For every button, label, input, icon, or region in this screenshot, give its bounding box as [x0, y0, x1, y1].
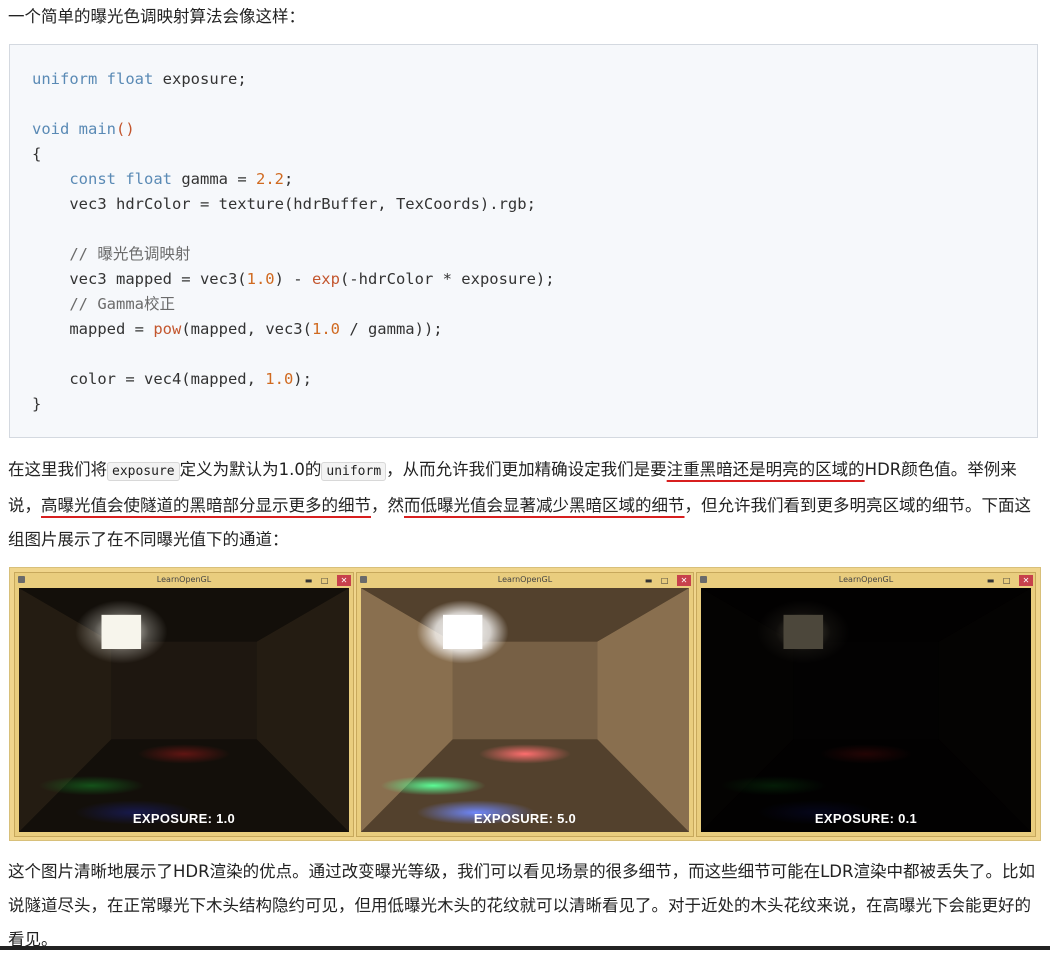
text-run: ，然: [371, 496, 404, 515]
code-line: (mapped, vec3(: [181, 320, 312, 338]
red-light-glow: [479, 744, 571, 764]
exposure-label: EXPOSURE: 0.1: [814, 811, 918, 826]
tunnel-scene: [361, 588, 689, 832]
window-title: LearnOpenGL: [497, 575, 553, 584]
code-keyword: void: [32, 120, 70, 138]
code-line: ;: [284, 170, 294, 188]
tunnel-render: [19, 588, 349, 832]
minimize-icon: ▬: [304, 576, 316, 585]
code-comment: // Gamma校正: [69, 295, 175, 313]
code-keyword: const: [69, 170, 116, 188]
tunnel-render: [701, 588, 1031, 832]
code-line: gamma =: [172, 170, 257, 188]
code-line: {: [32, 145, 42, 163]
code-paren: (): [116, 120, 135, 138]
explanation-paragraph: 在这里我们将 exposure 定义为默认为1.0的 uniform ，从而允许我们更加…: [8, 453, 1042, 557]
ceiling-light: [783, 614, 824, 649]
highlight-low-exposure: 而低曝光值会显著减少黑暗区域的细节: [404, 496, 685, 515]
bottom-divider: [0, 946, 1050, 950]
app-icon: [360, 576, 367, 583]
code-line: vec3 hdrColor = texture(hdrBuffer, TexCo…: [69, 195, 536, 213]
tunnel-scene: [19, 588, 349, 832]
maximize-icon: □: [320, 576, 332, 585]
code-line: ) -: [274, 270, 312, 288]
ceiling-light: [443, 614, 483, 649]
screenshot-window-exposure-1: LearnOpenGL ▬ □ ✕ EXPOSURE: 1.0: [14, 572, 354, 837]
tunnel-scene: [701, 588, 1031, 832]
exposure-screenshots: LearnOpenGL ▬ □ ✕ EXPOSURE: 1.0 LearnOpe…: [9, 567, 1041, 841]
code-function: exp: [311, 270, 340, 288]
code-function: pow: [153, 320, 182, 338]
inline-code-exposure: exposure: [107, 462, 180, 481]
code-line: / gamma));: [339, 320, 443, 338]
code-keyword: float: [106, 70, 154, 88]
ceiling-light: [101, 614, 142, 649]
code-comment: // 曝光色调映射: [69, 245, 191, 263]
window-controls: ▬ □ ✕: [987, 574, 1033, 588]
red-light-glow: [137, 744, 231, 764]
exposure-label: EXPOSURE: 1.0: [132, 811, 236, 826]
intro-paragraph: 一个简单的曝光色调映射算法会像这样：: [8, 7, 305, 26]
window-controls: ▬ □ ✕: [305, 574, 351, 588]
window-title: LearnOpenGL: [838, 575, 894, 584]
green-light-glow: [720, 775, 827, 796]
highlight-high-exposure: 高曝光值会使隧道的黑暗部分显示更多的细节: [41, 496, 371, 515]
screenshot-window-exposure-5: LearnOpenGL ▬ □ ✕ EXPOSURE: 5.0: [356, 572, 694, 837]
window-titlebar: LearnOpenGL ▬ □ ✕: [15, 573, 353, 587]
inline-code-uniform: uniform: [321, 462, 387, 481]
code-line: exposure;: [153, 70, 247, 88]
code-line: );: [293, 370, 312, 388]
minimize-icon: ▬: [644, 576, 656, 585]
code-line: }: [32, 395, 42, 413]
maximize-icon: □: [660, 576, 672, 585]
code-line: color = vec4(mapped,: [69, 370, 266, 388]
code-text: uniform float exposure; void main() { co…: [32, 67, 555, 417]
text-run: ，从而允许我们更加精确设定我们是要: [386, 460, 667, 479]
close-icon: ✕: [1019, 575, 1033, 586]
summary-paragraph: 这个图片清晰地展示了HDR渲染的优点。通过改变曝光等级，我们可以看见场景的很多细…: [8, 862, 1035, 949]
code-keyword: float: [125, 170, 173, 188]
exposure-label: EXPOSURE: 5.0: [473, 811, 577, 826]
highlight-dark-or-bright: 注重黑暗还是明亮的区域的: [666, 460, 865, 479]
code-line: (-hdrColor * exposure);: [339, 270, 555, 288]
maximize-icon: □: [1002, 576, 1014, 585]
minimize-icon: ▬: [986, 576, 998, 585]
code-keyword: uniform: [32, 70, 98, 88]
code-number: 1.0: [311, 320, 340, 338]
tunnel-render: [361, 588, 689, 832]
app-icon: [18, 576, 25, 583]
code-number: 2.2: [256, 170, 285, 188]
red-light-glow: [819, 744, 913, 764]
code-line: mapped =: [69, 320, 154, 338]
text-run: 定义为默认为1.0的: [179, 460, 322, 479]
window-title: LearnOpenGL: [156, 575, 212, 584]
green-light-glow: [38, 775, 145, 796]
close-icon: ✕: [337, 575, 351, 586]
window-controls: ▬ □ ✕: [645, 574, 691, 588]
text-run: 在这里我们将: [8, 460, 107, 479]
window-titlebar: LearnOpenGL ▬ □ ✕: [697, 573, 1035, 587]
app-icon: [700, 576, 707, 583]
window-titlebar: LearnOpenGL ▬ □ ✕: [357, 573, 693, 587]
code-block[interactable]: uniform float exposure; void main() { co…: [9, 44, 1038, 438]
close-icon: ✕: [677, 575, 691, 586]
code-number: 1.0: [246, 270, 275, 288]
screenshot-window-exposure-0-1: LearnOpenGL ▬ □ ✕ EXPOSURE: 0.1: [696, 572, 1036, 837]
code-function: main: [78, 120, 116, 138]
code-number: 1.0: [265, 370, 294, 388]
green-light-glow: [380, 775, 486, 796]
code-line: vec3 mapped = vec3(: [69, 270, 247, 288]
